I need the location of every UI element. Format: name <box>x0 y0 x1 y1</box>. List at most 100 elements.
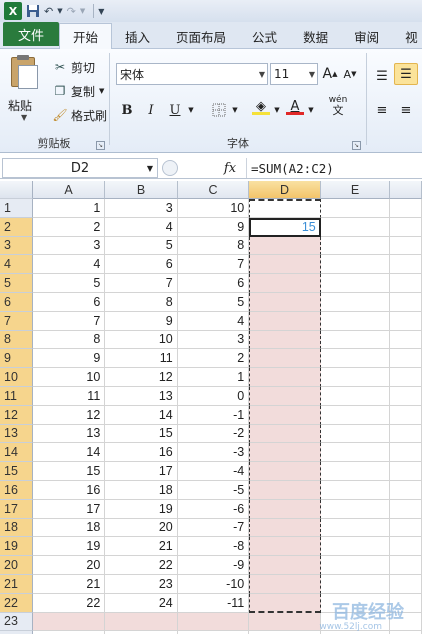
cell-a[interactable]: 12 <box>32 405 106 425</box>
font-color-dropdown-icon[interactable]: ▼ <box>306 99 316 121</box>
row-header[interactable]: 8 <box>0 330 33 350</box>
cell-c[interactable]: -7 <box>177 518 250 538</box>
cell-e[interactable] <box>320 462 391 481</box>
name-box[interactable]: D2 ▼ <box>2 158 158 178</box>
cell-e[interactable] <box>320 292 391 312</box>
cell-f[interactable] <box>390 199 422 218</box>
cell-d[interactable]: 15 <box>249 217 321 237</box>
column-header-d[interactable]: D <box>249 181 321 199</box>
cell-b[interactable]: 5 <box>105 236 178 256</box>
cell-b[interactable]: 10 <box>105 330 178 350</box>
cell-e[interactable] <box>320 537 391 557</box>
cell-c[interactable]: 0 <box>177 386 250 406</box>
row-header[interactable]: 19 <box>0 537 33 557</box>
cell-a[interactable]: 22 <box>32 593 106 613</box>
cell-b[interactable]: 9 <box>105 311 178 331</box>
cell-b[interactable]: 8 <box>105 292 178 312</box>
row-header[interactable]: 22 <box>0 593 33 613</box>
cell-d[interactable] <box>249 274 321 293</box>
borders-button[interactable] <box>208 99 230 121</box>
cell-f[interactable] <box>390 443 422 463</box>
cell-b[interactable]: 4 <box>105 217 178 237</box>
cell-f[interactable] <box>390 255 422 275</box>
chevron-down-icon[interactable]: ▼ <box>147 164 153 173</box>
align-center-icon[interactable]: ≡ <box>394 99 418 121</box>
paste-button[interactable]: 粘贴 ▼ <box>6 55 46 125</box>
cell-b[interactable]: 17 <box>105 462 178 481</box>
cell-e[interactable] <box>320 499 391 519</box>
chevron-down-icon[interactable]: ▼ <box>309 70 315 79</box>
row-header[interactable]: 16 <box>0 480 33 500</box>
cell-a[interactable]: 2 <box>32 217 106 237</box>
tab-review[interactable]: 审阅 <box>341 24 392 48</box>
row-header[interactable]: 20 <box>0 556 33 575</box>
shrink-font-button[interactable]: A ▼ <box>340 63 360 85</box>
cell-a[interactable] <box>32 612 106 632</box>
cell-e[interactable] <box>320 424 391 444</box>
font-color-button[interactable]: A <box>284 95 306 117</box>
cell-b[interactable]: 12 <box>105 368 178 387</box>
cell-c[interactable]: 5 <box>177 292 250 312</box>
row-header[interactable]: 11 <box>0 386 33 406</box>
cell-a[interactable]: 19 <box>32 537 106 557</box>
phonetic-button[interactable]: wén 文 <box>324 95 352 117</box>
formula-bar-resize-handle[interactable] <box>162 160 178 176</box>
cell-d[interactable] <box>249 405 321 425</box>
formula-input[interactable]: =SUM(A2:C2) <box>246 158 422 178</box>
cell-c[interactable]: -11 <box>177 593 250 613</box>
cell-f[interactable] <box>390 405 422 425</box>
cell-b[interactable]: 24 <box>105 593 178 613</box>
format-painter-button[interactable]: 🖌 格式刷 <box>52 105 107 125</box>
cell-b[interactable]: 16 <box>105 443 178 463</box>
row-header[interactable]: 5 <box>0 274 33 293</box>
cell-f[interactable] <box>390 499 422 519</box>
row-header[interactable]: 15 <box>0 462 33 481</box>
cell-c[interactable]: -5 <box>177 480 250 500</box>
tab-view[interactable]: 视 <box>392 24 418 48</box>
cell-d[interactable] <box>249 424 321 444</box>
cell-c[interactable]: 7 <box>177 255 250 275</box>
fill-color-button[interactable]: ◈ <box>250 95 272 117</box>
cell-b[interactable]: 21 <box>105 537 178 557</box>
cell-e[interactable] <box>320 311 391 331</box>
cell-d[interactable] <box>249 236 321 256</box>
cell-f[interactable] <box>390 274 422 293</box>
select-all-corner[interactable] <box>0 181 33 199</box>
cell-a[interactable]: 4 <box>32 255 106 275</box>
column-header-f[interactable] <box>390 181 422 199</box>
tab-formulas[interactable]: 公式 <box>239 24 290 48</box>
cell-c[interactable]: 6 <box>177 274 250 293</box>
cell-b[interactable] <box>105 612 178 632</box>
tab-data[interactable]: 数据 <box>290 24 341 48</box>
cell-a[interactable]: 11 <box>32 386 106 406</box>
cell-f[interactable] <box>390 292 422 312</box>
align-left-icon[interactable]: ≡ <box>372 99 392 121</box>
cell-f[interactable] <box>390 217 422 237</box>
cell-f[interactable] <box>390 462 422 481</box>
cell-c[interactable]: -6 <box>177 499 250 519</box>
row-header[interactable]: 17 <box>0 499 33 519</box>
column-header-e[interactable]: E <box>320 181 391 199</box>
cell-c[interactable]: -8 <box>177 537 250 557</box>
cut-button[interactable]: ✂ 剪切 <box>52 57 95 77</box>
cell-f[interactable] <box>390 518 422 538</box>
cell-d[interactable] <box>249 518 321 538</box>
align-top-icon[interactable]: ☰ <box>372 65 392 87</box>
cell-a[interactable]: 18 <box>32 518 106 538</box>
cell-f[interactable] <box>390 311 422 331</box>
cell-b[interactable]: 15 <box>105 424 178 444</box>
cell-c[interactable]: -9 <box>177 556 250 575</box>
font-launcher-icon[interactable]: ↘ <box>352 141 361 150</box>
cell-f[interactable] <box>390 574 422 594</box>
redo-dropdown-icon[interactable]: ▼ <box>80 2 85 20</box>
cell-e[interactable] <box>320 574 391 594</box>
row-header[interactable]: 3 <box>0 236 33 256</box>
cell-f[interactable] <box>390 424 422 444</box>
row-header[interactable]: 18 <box>0 518 33 538</box>
cell-e[interactable] <box>320 330 391 350</box>
cell-c[interactable]: 2 <box>177 349 250 369</box>
cell-e[interactable] <box>320 386 391 406</box>
row-header[interactable]: 14 <box>0 443 33 463</box>
cell-b[interactable]: 18 <box>105 480 178 500</box>
tab-file[interactable]: 文件 <box>3 22 59 46</box>
